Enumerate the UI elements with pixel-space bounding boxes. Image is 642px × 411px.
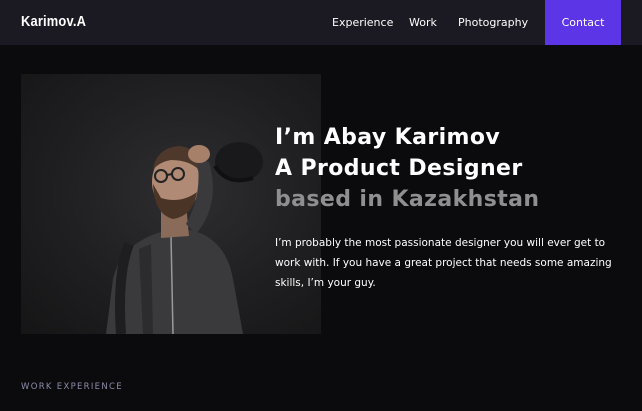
hero-heading-role: A Product Designer: [275, 156, 523, 181]
nav-photography-link[interactable]: Photography: [458, 16, 528, 29]
contact-button[interactable]: Contact: [545, 0, 621, 45]
hero-bio-text: I’m probably the most passionate designe…: [275, 237, 612, 289]
portfolio-page: Karimov.A Experience Work Photography Co…: [0, 0, 642, 411]
hero-heading-location: based in Kazakhstan: [275, 187, 540, 212]
work-experience-section-label: WORK EXPERIENCE: [21, 382, 123, 392]
nav-experience-link[interactable]: Experience: [332, 16, 393, 29]
hero-heading-name: I’m Abay Karimov: [275, 125, 501, 150]
site-logo[interactable]: Karimov.A: [21, 13, 86, 30]
site-header: Karimov.A Experience Work Photography Co…: [0, 0, 642, 45]
nav-work-link[interactable]: Work: [409, 16, 437, 29]
